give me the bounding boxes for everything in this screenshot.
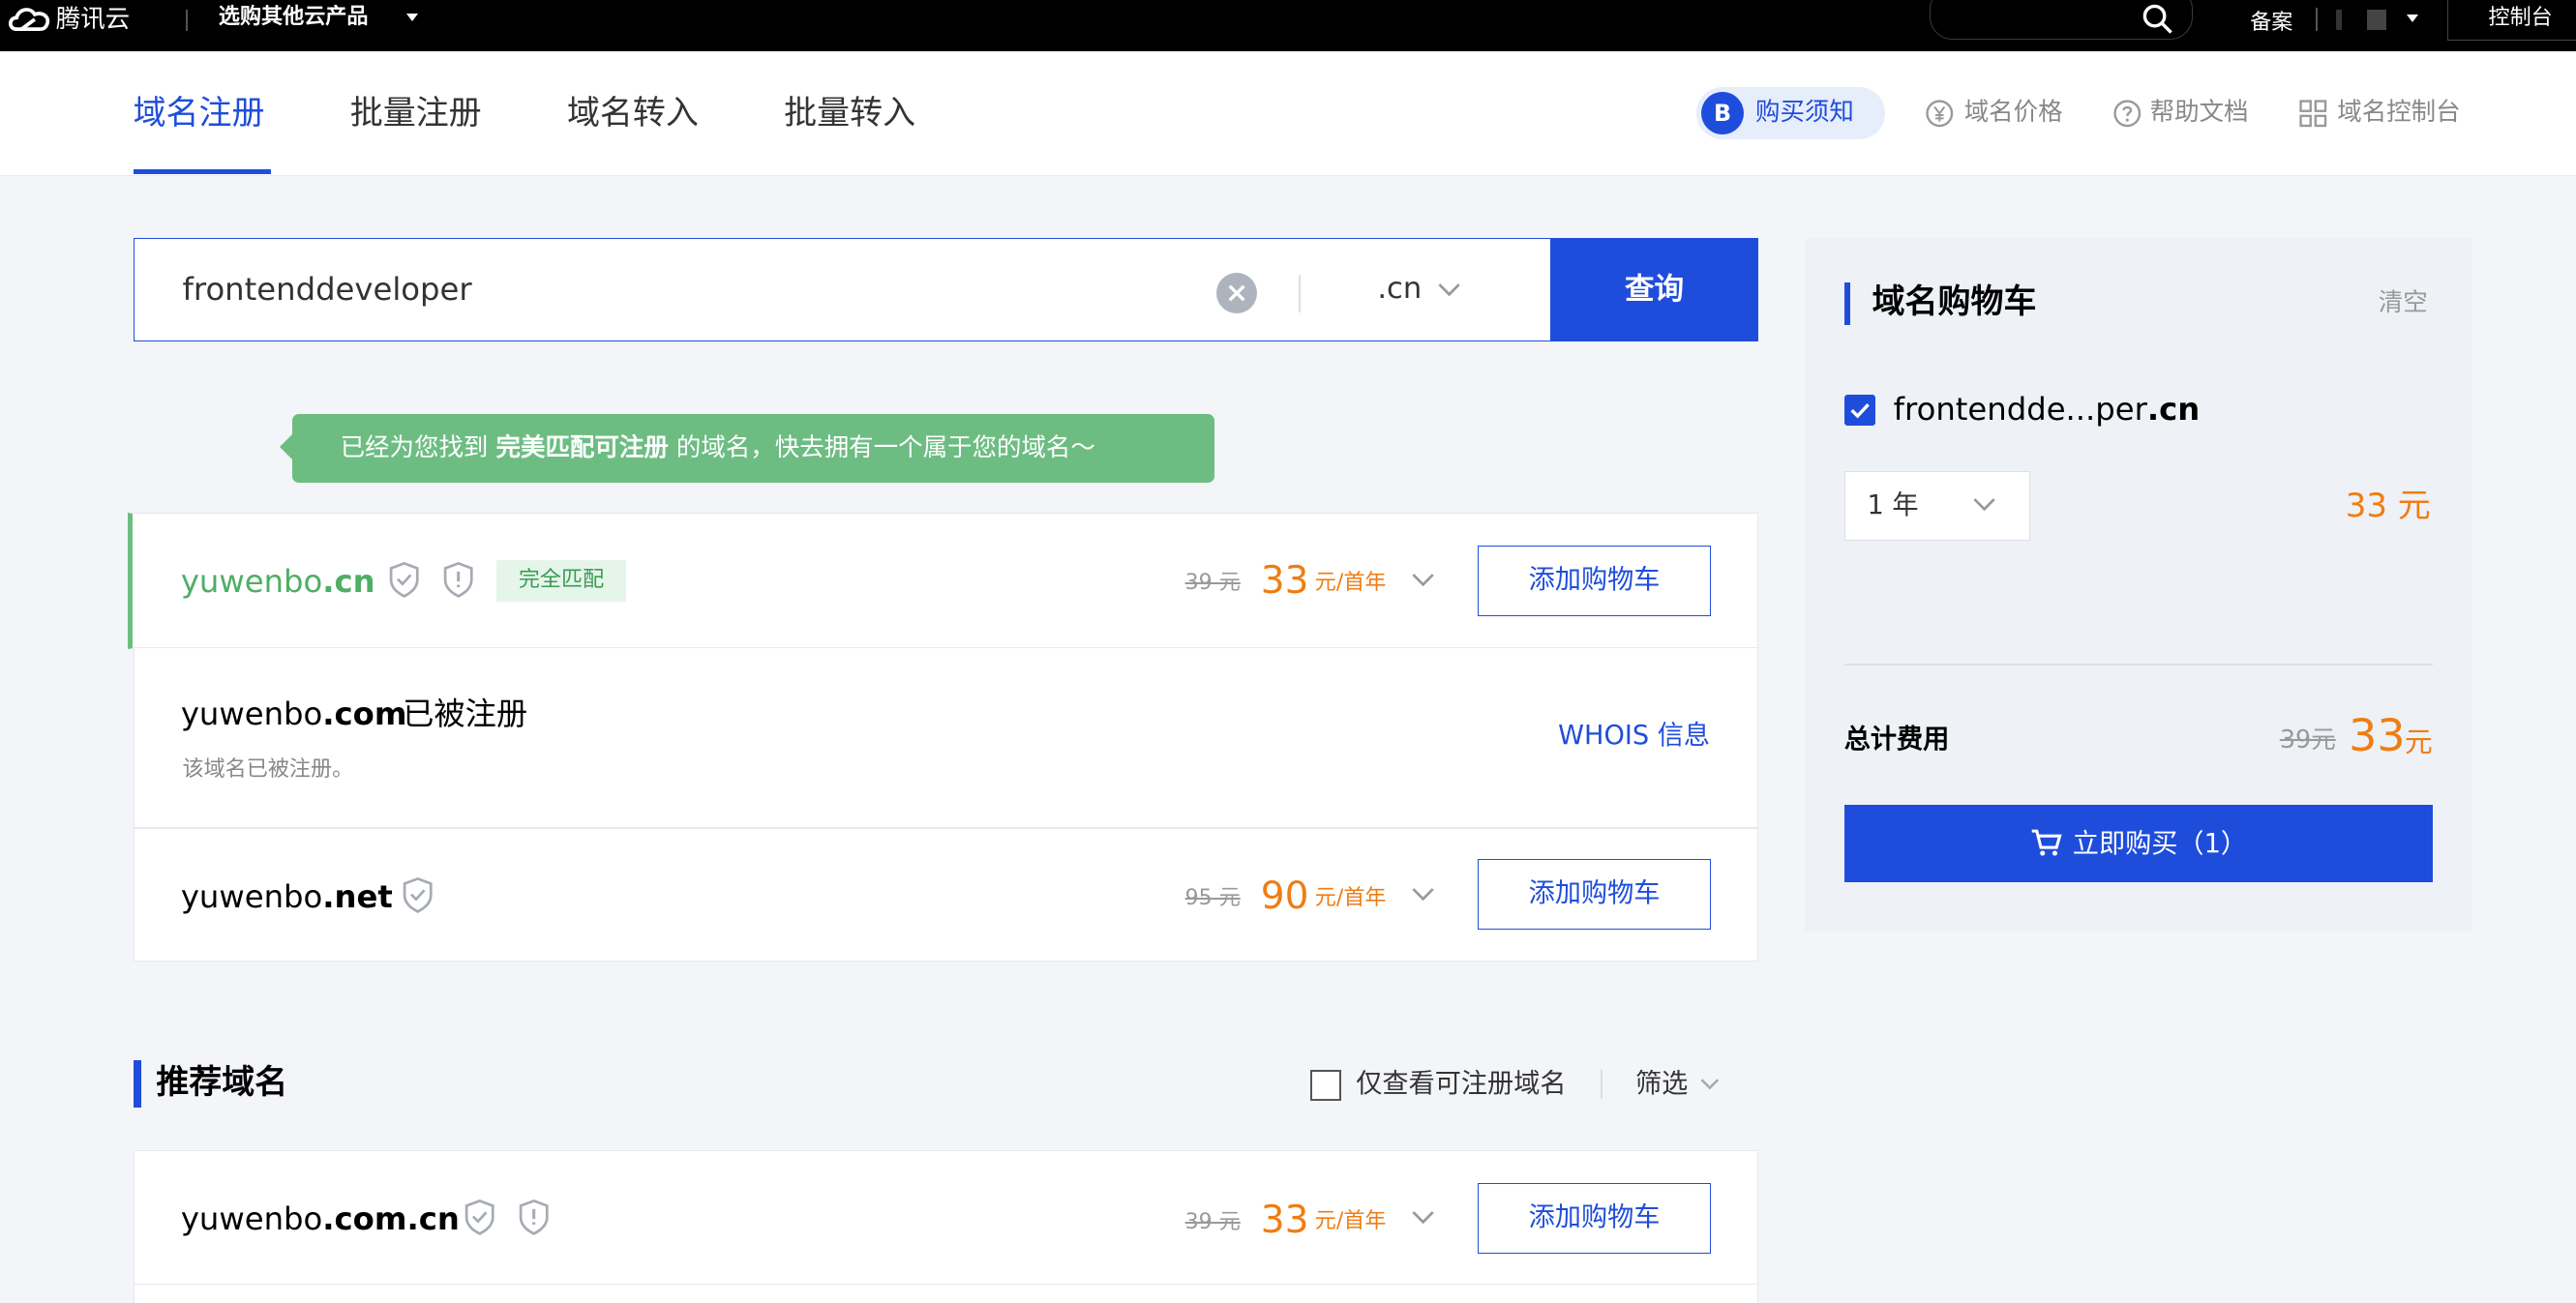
domain-name: yuwenbo.cn	[181, 562, 375, 602]
only-available-label[interactable]: 仅查看可注册域名	[1356, 1068, 1566, 1101]
shield-check-icon	[389, 562, 419, 599]
domain-tld: .com	[322, 696, 407, 733]
registered-status: 已被注册	[403, 696, 528, 733]
security-shield-icon	[443, 562, 473, 599]
domain-console-link[interactable]: 域名控制台	[2337, 97, 2460, 130]
sub-nav: 域名注册 批量注册 域名转入 批量转入 B 购买须知 域名价格 帮助文档 域名控…	[0, 50, 2576, 176]
domain-name: yuwenbo.com	[181, 695, 407, 734]
search-value[interactable]: frontenddeveloper	[183, 270, 472, 310]
domain-tld: .cn	[322, 562, 375, 600]
match-tip-text: 已经为您找到 完美匹配可注册 的域名，快去拥有一个属于您的域名～	[341, 432, 1095, 465]
section-accent-bar	[1843, 282, 1851, 326]
cart-title: 域名购物车	[1872, 282, 2037, 322]
domain-tld: .com.cn	[322, 1199, 460, 1237]
price: 90	[1260, 874, 1309, 919]
chevron-down-icon[interactable]	[1410, 570, 1436, 589]
original-price: 39 元	[1184, 570, 1241, 595]
domain-result-row	[133, 647, 1759, 829]
add-to-cart-button[interactable]: 添加购物车	[1477, 1182, 1712, 1254]
cart-item-price: 33 元	[2345, 486, 2431, 525]
chevron-down-icon[interactable]	[1436, 280, 1462, 299]
query-button[interactable]: 查询	[1549, 238, 1759, 342]
tip-highlight: 完美匹配可注册	[495, 432, 669, 462]
exact-match-badge: 完全匹配	[495, 560, 627, 602]
tip-suffix: 的域名，快去拥有一个属于您的域名～	[668, 432, 1095, 462]
tip-prefix: 已经为您找到	[340, 432, 496, 462]
product-menu[interactable]: 选购其他云产品	[219, 3, 369, 33]
cart-item-name: frontendde...per.cn	[1894, 390, 2201, 429]
domain-label: yuwenbo	[180, 1199, 323, 1237]
total-price: 33	[2349, 709, 2406, 762]
tencent-cloud-logo-icon[interactable]	[7, 3, 53, 39]
divider	[1601, 1069, 1603, 1100]
filter-dropdown[interactable]: 筛选	[1635, 1068, 1688, 1101]
domain-price-link[interactable]: 域名价格	[1964, 97, 2063, 130]
recommend-row	[133, 1283, 1759, 1303]
chevron-down-icon[interactable]	[1698, 1075, 1722, 1093]
only-available-checkbox[interactable]	[1309, 1069, 1341, 1101]
purchase-notice-label[interactable]: 购买须知	[1755, 97, 1854, 130]
price-unit: 元/首年	[1314, 1209, 1387, 1234]
tab-batch-register[interactable]: 批量注册	[350, 94, 482, 133]
divider	[2316, 8, 2318, 32]
total-original-price: 39元	[2279, 726, 2336, 755]
search-icon[interactable]	[2142, 3, 2174, 36]
price-unit: 元/首年	[1314, 885, 1387, 910]
yuan-icon	[1926, 100, 1954, 128]
cart-item-checkbox[interactable]	[1843, 394, 1875, 426]
domain-name: yuwenbo.net	[181, 877, 393, 917]
total-label: 总计费用	[1843, 724, 1950, 755]
divider	[1843, 664, 2433, 666]
account-placeholder	[2335, 10, 2343, 30]
help-docs-link[interactable]: 帮助文档	[2150, 97, 2249, 130]
domain-label: yuwenbo	[180, 562, 323, 600]
shield-check-icon	[403, 877, 433, 914]
divider	[185, 10, 188, 32]
original-price: 39 元	[1184, 1209, 1241, 1234]
domain-label: yuwenbo	[180, 696, 323, 733]
chevron-down-icon[interactable]	[1410, 884, 1436, 903]
suffix-select[interactable]: .cn	[1377, 271, 1422, 307]
registered-note: 该域名已被注册。	[182, 757, 354, 783]
recommend-title: 推荐域名	[156, 1062, 288, 1102]
beian-link[interactable]: 备案	[2250, 5, 2292, 36]
chevron-down-icon[interactable]	[2406, 15, 2418, 22]
price: 33	[1260, 1198, 1309, 1242]
add-to-cart-button[interactable]: 添加购物车	[1477, 859, 1712, 931]
clear-cart-button[interactable]: 清空	[2379, 287, 2428, 320]
add-to-cart-button[interactable]: 添加购物车	[1477, 545, 1712, 616]
notice-icon: B	[1700, 92, 1745, 135]
domain-name: yuwenbo.com.cn	[181, 1199, 460, 1239]
chevron-down-icon[interactable]	[1410, 1207, 1436, 1227]
brand-name[interactable]: 腾讯云	[56, 5, 130, 35]
cart-item-label: frontendde...per	[1893, 390, 2147, 428]
top-bar: 腾讯云 选购其他云产品 备案 控制台	[0, 0, 2576, 51]
tab-domain-transfer[interactable]: 域名转入	[567, 94, 699, 133]
cart-item-tld: .cn	[2146, 390, 2201, 428]
avatar[interactable]	[2366, 10, 2387, 30]
total-price-unit: 元	[2404, 725, 2433, 758]
grid-icon	[2298, 100, 2326, 128]
original-price: 95 元	[1184, 886, 1241, 911]
active-tab-indicator	[133, 168, 272, 175]
domain-tld: .net	[322, 877, 393, 915]
cart-icon[interactable]	[2030, 826, 2063, 859]
domain-label: yuwenbo	[180, 877, 323, 915]
whois-link[interactable]: WHOIS 信息	[1558, 720, 1710, 753]
security-shield-icon	[520, 1199, 549, 1236]
buy-now-label[interactable]: 立即购买（1）	[2073, 826, 2247, 862]
section-accent-bar	[133, 1059, 142, 1108]
tab-batch-transfer[interactable]: 批量转入	[784, 94, 915, 133]
shield-check-icon	[465, 1199, 494, 1236]
period-value[interactable]: 1 年	[1867, 488, 1918, 523]
price-unit: 元/首年	[1314, 570, 1387, 595]
price: 33	[1260, 559, 1309, 604]
divider	[1298, 274, 1301, 312]
console-button[interactable]: 控制台	[2447, 0, 2576, 42]
tab-domain-register[interactable]: 域名注册	[134, 94, 265, 133]
help-icon	[2112, 100, 2141, 128]
chevron-down-icon[interactable]	[1971, 494, 1997, 514]
chevron-down-icon[interactable]	[405, 13, 418, 21]
